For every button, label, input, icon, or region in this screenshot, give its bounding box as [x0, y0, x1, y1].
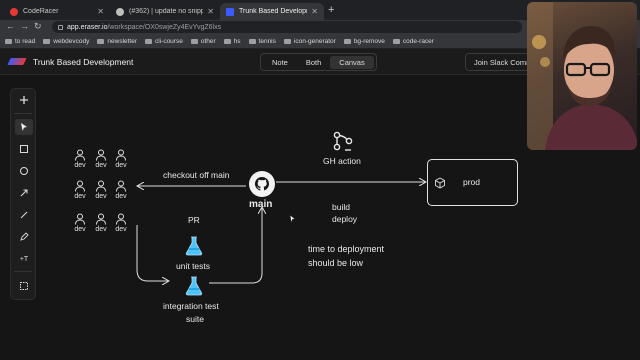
dev-label: dev	[74, 193, 86, 200]
dev-user-icon[interactable]: dev	[92, 180, 110, 200]
bookmark-icon-generator[interactable]: icon-generator	[283, 38, 336, 45]
view-both-button[interactable]: Both	[297, 56, 330, 69]
dev-user-icon[interactable]: dev	[71, 149, 89, 169]
dev-user-icon[interactable]: dev	[92, 213, 110, 233]
build-label[interactable]: build	[332, 202, 350, 212]
dev-user-icon[interactable]: dev	[112, 180, 130, 200]
bookmark-label: bg-remove	[353, 38, 385, 45]
new-tab-icon[interactable]: +	[328, 4, 334, 16]
folder-icon	[392, 39, 400, 44]
bookmark-tennis[interactable]: tennis	[248, 38, 276, 45]
dev-label: dev	[95, 162, 107, 169]
coderacer-favicon-icon	[10, 7, 18, 16]
folder-icon	[145, 39, 153, 44]
folder-icon	[343, 39, 351, 44]
presenter-video	[527, 2, 637, 150]
bookmark-hs[interactable]: hs	[223, 38, 241, 45]
address-bar[interactable]: app.eraser.io/workspace/OX0swjeZy4EvYvgZ…	[52, 21, 522, 33]
package-icon	[434, 177, 446, 191]
bookmark-bg-remove[interactable]: bg-remove	[343, 38, 385, 45]
merge-arrow[interactable]	[209, 208, 262, 284]
dev-label: dev	[74, 226, 86, 233]
dev-label: dev	[95, 193, 107, 200]
unit-tests-label[interactable]: unit tests	[176, 261, 210, 271]
folder-icon	[97, 39, 105, 44]
tab-issue[interactable]: (#362) | update no snippet mes ✕	[110, 3, 220, 20]
note-line-1[interactable]: time to deployment	[308, 244, 384, 254]
eraser-logo-icon[interactable]	[7, 58, 27, 65]
github-icon[interactable]	[249, 171, 275, 197]
dev-label: dev	[115, 162, 127, 169]
folder-icon	[283, 39, 291, 44]
pr-label[interactable]: PR	[188, 215, 200, 225]
bookmark-label: cli-course	[155, 38, 183, 45]
bookmark-label: hs	[233, 38, 241, 45]
bookmark-label: webdevcody	[53, 38, 90, 45]
eraser-favicon-icon	[226, 7, 234, 16]
dev-user-icon[interactable]: dev	[112, 213, 130, 233]
integration-flask-icon[interactable]	[183, 275, 205, 299]
bookmark-to-read[interactable]: to read	[5, 38, 35, 45]
folder-icon	[43, 39, 51, 44]
lock-icon	[58, 24, 63, 30]
dev-label: dev	[95, 226, 107, 233]
checkout-label[interactable]: checkout off main	[163, 170, 229, 180]
tab-trunk-based-development[interactable]: Trunk Based Development — E ✕	[220, 3, 324, 20]
bookmark-label: icon-generator	[293, 38, 336, 45]
bookmark-code-racer[interactable]: code-racer	[392, 38, 434, 45]
back-icon[interactable]: ←	[6, 21, 15, 31]
folder-icon	[190, 39, 198, 44]
tab-title: (#362) | update no snippet mes	[129, 8, 204, 15]
integration-suite-label[interactable]: suite	[186, 314, 204, 324]
document-title[interactable]: Trunk Based Development	[33, 57, 133, 67]
bookmark-label: newsletter	[107, 38, 138, 45]
webcam-overlay	[527, 2, 637, 150]
tab-title: CodeRacer	[23, 8, 59, 15]
dev-user-icon[interactable]: dev	[92, 149, 110, 169]
view-canvas-button[interactable]: Canvas	[330, 55, 374, 69]
bookmark-other[interactable]: other	[190, 38, 216, 45]
bookmark-webdevcody[interactable]: webdevcody	[43, 38, 89, 45]
folder-icon	[223, 39, 231, 44]
tab-title: Trunk Based Development — E	[239, 8, 307, 15]
bookmark-newsletter[interactable]: newsletter	[97, 38, 137, 45]
view-toggle: Note Both Canvas	[260, 53, 377, 71]
address-host: app.eraser.io	[67, 23, 108, 31]
close-tab-icon[interactable]: ✕	[207, 7, 214, 16]
github-favicon-icon	[116, 7, 124, 16]
gh-action-label[interactable]: GH action	[323, 156, 361, 166]
bookmark-cli-course[interactable]: cli-course	[145, 38, 183, 45]
bookmark-label: tennis	[258, 38, 276, 45]
address-path: /workspace/OX0swjeZy4EvYvgZ6lxs	[107, 23, 222, 31]
tab-coderacer[interactable]: CodeRacer ✕	[4, 3, 110, 20]
unit-tests-flask-icon[interactable]	[183, 235, 205, 259]
main-label[interactable]: main	[249, 199, 272, 210]
reload-icon[interactable]: ↻	[34, 21, 42, 32]
dev-label: dev	[115, 226, 127, 233]
dev-user-icon[interactable]: dev	[71, 213, 89, 233]
gh-action-icon[interactable]	[331, 130, 355, 156]
note-line-2[interactable]: should be low	[308, 258, 363, 268]
dev-label: dev	[115, 193, 127, 200]
mouse-cursor-icon	[289, 214, 297, 226]
dev-label: dev	[74, 162, 86, 169]
integration-test-label[interactable]: integration test	[163, 301, 219, 311]
close-tab-icon[interactable]: ✕	[97, 7, 104, 16]
dev-user-icon[interactable]: dev	[112, 149, 130, 169]
forward-icon[interactable]: →	[20, 21, 29, 31]
bookmark-label: other	[200, 38, 216, 45]
dev-user-icon[interactable]: dev	[71, 180, 89, 200]
folder-icon	[248, 39, 256, 44]
pr-arrow[interactable]	[136, 225, 168, 281]
close-tab-icon[interactable]: ✕	[311, 7, 318, 16]
bookmark-label: to read	[15, 38, 36, 45]
bookmark-label: code-racer	[402, 38, 434, 45]
prod-label: prod	[463, 177, 481, 187]
deploy-label[interactable]: deploy	[332, 214, 357, 224]
view-note-button[interactable]: Note	[263, 56, 297, 69]
folder-icon	[5, 39, 12, 44]
